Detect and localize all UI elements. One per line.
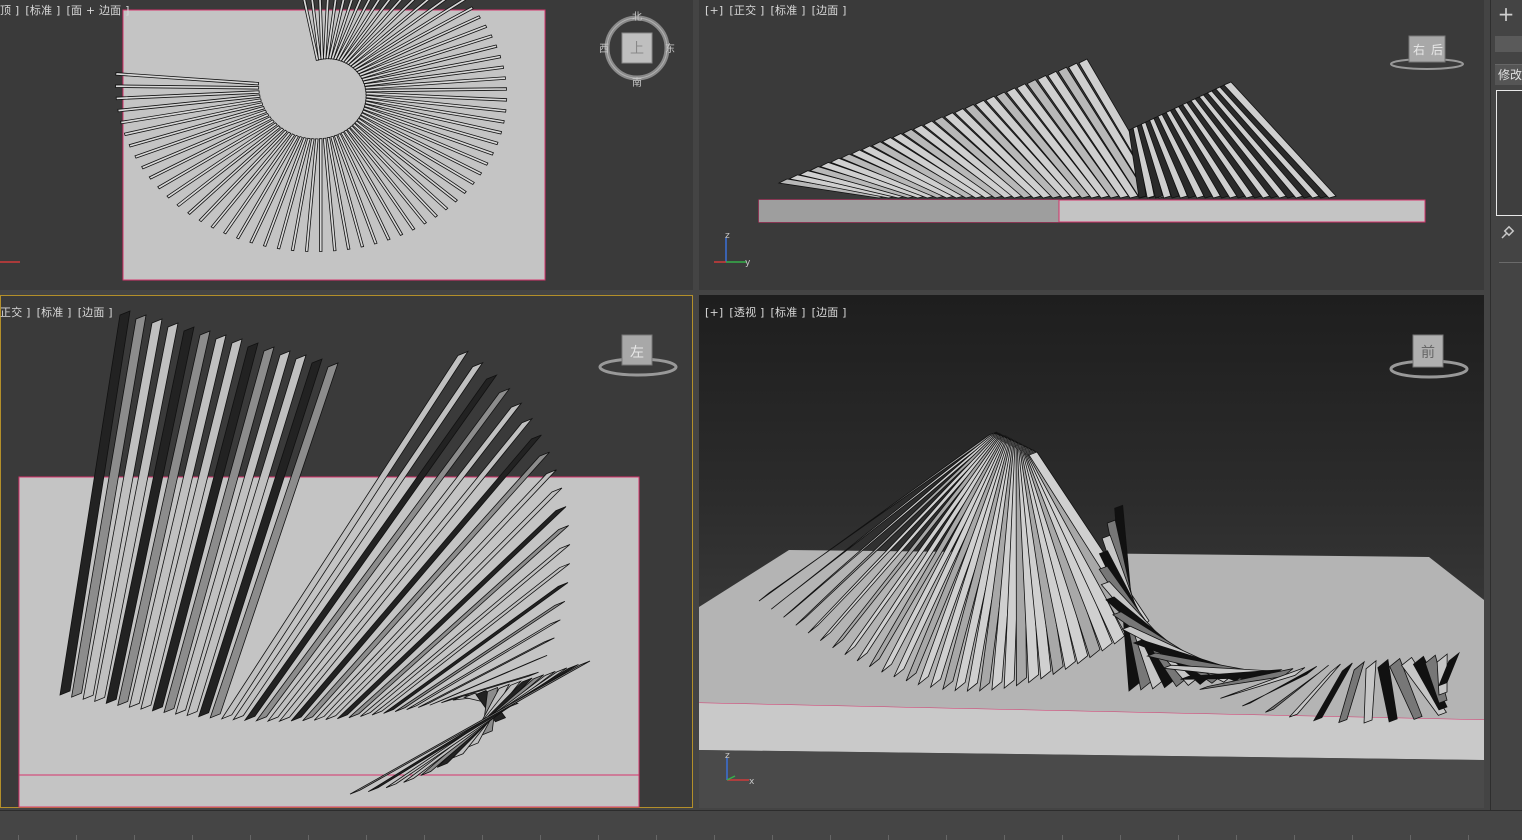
panel-tab[interactable]	[1495, 36, 1522, 52]
viewport-perspective-label-2[interactable]: [标准 ]	[771, 306, 806, 319]
timeline-tick	[1004, 835, 1005, 840]
timeline-tick	[1236, 835, 1237, 840]
viewport-perspective-label-0[interactable]: [+]	[705, 306, 723, 319]
viewport-perspective-label[interactable]: [+] [透视 ] [标准 ] [边面 ]	[705, 304, 853, 320]
timeline-tick	[714, 835, 715, 840]
viewcube[interactable]: 左	[598, 331, 682, 383]
timeline-tick	[134, 835, 135, 840]
axis-x-label: x	[749, 777, 755, 787]
timeline-tick	[1294, 835, 1295, 840]
viewport-left-label-1[interactable]: [标准 ]	[37, 306, 72, 319]
compass-south-label[interactable]: 南	[632, 76, 642, 89]
timeline-tick	[598, 835, 599, 840]
timeline-tick	[888, 835, 889, 840]
ground-selected	[759, 200, 1059, 222]
viewport-top-label-0[interactable]: 顶 ]	[0, 4, 19, 17]
compass-east-label[interactable]: 东	[665, 42, 675, 55]
timeline-tick	[482, 835, 483, 840]
viewport-front-label-0[interactable]: [+]	[705, 4, 723, 17]
timeline-tick	[424, 835, 425, 840]
viewport-perspective[interactable]: [+] [透视 ] [标准 ] [边面 ] 前 z x	[699, 295, 1484, 808]
timeline-tick	[250, 835, 251, 840]
viewport-front[interactable]: [+] [正交 ] [标准 ] [边面 ] 右 后 z y	[699, 0, 1484, 290]
timeline-tick	[1468, 835, 1469, 840]
axis-y-label: y	[745, 258, 751, 268]
axis-tripod: z x	[725, 751, 755, 787]
axis-tripod: z y	[714, 231, 751, 268]
create-button[interactable]: +	[1495, 3, 1517, 25]
viewport-top[interactable]: 顶 ] [标准 ] [面 + 边面 ] 上 北 南 东 西	[0, 0, 693, 290]
viewport-front-label[interactable]: [+] [正交 ] [标准 ] [边面 ]	[705, 2, 853, 18]
timeline-tick	[1062, 835, 1063, 840]
timeline-tick	[946, 835, 947, 840]
viewport-perspective-label-3[interactable]: [边面 ]	[812, 306, 847, 319]
axis-z-label: z	[725, 231, 730, 241]
viewport-front-label-1[interactable]: [正交 ]	[729, 4, 764, 17]
modifier-stack[interactable]	[1496, 90, 1522, 216]
timeline-tick	[656, 835, 657, 840]
modify-tab[interactable]: 修改	[1495, 64, 1522, 85]
viewcube-face-label: 右	[1413, 42, 1425, 57]
front-view-scene	[758, 58, 1426, 223]
viewport-top-label[interactable]: 顶 ] [标准 ] [面 + 边面 ]	[0, 2, 136, 18]
compass-west-label[interactable]: 西	[600, 44, 609, 55]
timeline-tick	[1352, 835, 1353, 840]
command-panel: + 修改	[1490, 0, 1522, 810]
floor-shadow	[699, 750, 1484, 808]
timeline-tick	[192, 835, 193, 840]
viewcube-face-label: 前	[1421, 344, 1435, 361]
viewport-front-label-2[interactable]: [标准 ]	[771, 4, 806, 17]
slat	[319, 138, 323, 252]
viewcube[interactable]: 右 后	[1389, 28, 1469, 76]
top-view-scene	[0, 0, 546, 281]
pin-stack-icon[interactable]	[1499, 225, 1515, 241]
viewcube-face-label-2: 后	[1431, 43, 1443, 57]
left-view-scene	[18, 310, 640, 808]
viewport-front-label-3[interactable]: [边面 ]	[812, 4, 847, 17]
timeline-tick	[366, 835, 367, 840]
timeline-tick	[772, 835, 773, 840]
panel-divider	[1499, 262, 1522, 263]
perspective-view-scene	[699, 431, 1484, 808]
timeline-tick	[1178, 835, 1179, 840]
timeline-tick	[540, 835, 541, 840]
viewport-perspective-label-1[interactable]: [透视 ]	[729, 306, 764, 319]
viewport-left-label-0[interactable]: 正交 ]	[0, 306, 31, 319]
timeline-tick	[1410, 835, 1411, 840]
viewcube-compass[interactable]: 上 北 南 东 西	[600, 10, 680, 90]
axis-z-label: z	[725, 751, 730, 761]
viewport-left-label[interactable]: 正交 ] [标准 ] [边面 ]	[0, 304, 119, 320]
compass-north-label[interactable]: 北	[632, 11, 642, 23]
timeline-tick	[1120, 835, 1121, 840]
timeline-tick	[830, 835, 831, 840]
viewcube-face-label: 左	[630, 345, 644, 361]
timeline-tick	[18, 835, 19, 840]
timeline-tick	[76, 835, 77, 840]
viewcube-face-label: 上	[630, 41, 644, 57]
viewport-top-label-2[interactable]: [面 + 边面 ]	[66, 4, 129, 17]
viewcube[interactable]: 前	[1387, 331, 1471, 383]
viewport-top-label-1[interactable]: [标准 ]	[25, 4, 60, 17]
timeline-bar[interactable]	[0, 810, 1522, 840]
viewport-left-label-2[interactable]: [边面 ]	[78, 306, 113, 319]
viewport-left[interactable]: 正交 ] [标准 ] [边面 ] 左	[0, 295, 693, 808]
timeline-tick	[308, 835, 309, 840]
